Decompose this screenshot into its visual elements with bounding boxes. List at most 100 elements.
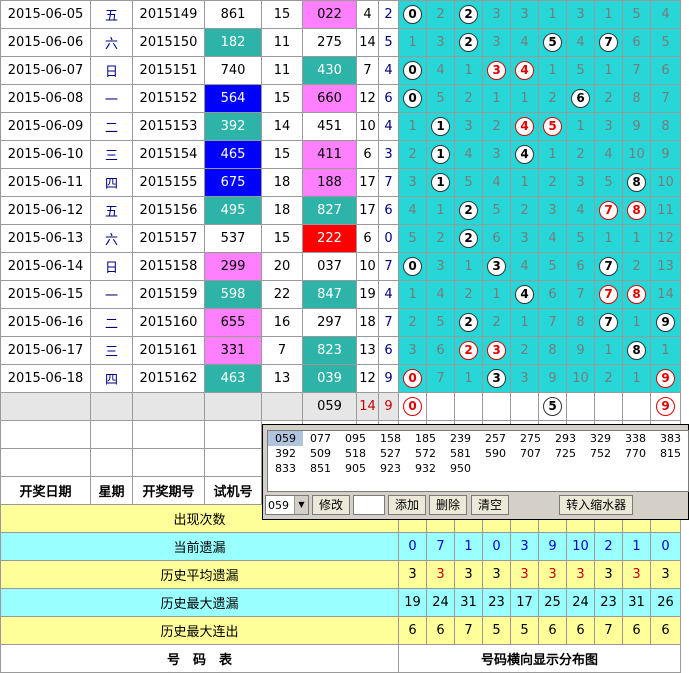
stats-label: 历史平均遗漏: [0, 560, 399, 589]
number-select-value: 059: [268, 498, 289, 512]
candidate-item[interactable]: 275: [513, 431, 548, 446]
trial-span-cell: 9: [378, 392, 399, 421]
sum-cell: 14: [356, 28, 379, 57]
chevron-down-icon[interactable]: ▼: [294, 496, 308, 514]
issue-cell: 2015151: [132, 56, 205, 85]
table-row[interactable]: 2015-06-08 一 2015152 564 15 660 12 6 0 5 2 1 1 2 6 2 8 7: [0, 84, 681, 113]
distribution-cell: 1: [538, 56, 567, 85]
candidate-number-list[interactable]: 059 077 095 158 185 239 257 275 293 329 338 383 392 5…: [267, 430, 689, 492]
table-row[interactable]: 2015-06-14 日 2015158 299 20 037 10 7 0 3 1 3 4 5 6 7 2 13: [0, 252, 681, 281]
stats-value: 1: [454, 532, 483, 561]
date-cell: 2015-06-18: [0, 364, 91, 393]
distribution-cell: 2: [482, 112, 511, 141]
candidate-item[interactable]: 239: [443, 431, 478, 446]
table-row[interactable]: 2015-06-18 四 2015162 463 13 039 12 9 0 7 1 3 3 9 10 2 1 9: [0, 364, 681, 393]
number-ball: 7: [599, 33, 618, 52]
draw-number-cell: 847: [302, 280, 357, 309]
candidate-item[interactable]: 338: [618, 431, 653, 446]
weekday-cell: 日: [90, 252, 133, 281]
distribution-cell: 1: [538, 0, 567, 29]
value-cell: 18: [261, 168, 303, 197]
candidate-item[interactable]: 293: [548, 431, 583, 446]
candidate-item[interactable]: 383: [653, 431, 688, 446]
weekday-cell: 日: [90, 56, 133, 85]
distribution-cell: 8: [538, 336, 567, 365]
delete-button[interactable]: 删除: [429, 495, 468, 515]
distribution-cell: 1: [510, 84, 539, 113]
candidate-item[interactable]: 518: [338, 446, 373, 461]
span-cell: 7: [378, 252, 399, 281]
candidate-item[interactable]: 752: [583, 446, 618, 461]
distribution-cell: 5: [622, 0, 651, 29]
table-row[interactable]: 2015-06-11 四 2015155 675 18 188 17 7 3 1 5 4 1 2 3 5 8 10: [0, 168, 681, 197]
modify-button[interactable]: 修改: [312, 495, 351, 515]
table-row[interactable]: 2015-06-06 六 2015150 182 11 275 14 5 1 3 2 3 4 5 4 7 6 5: [0, 28, 681, 57]
candidate-item[interactable]: 707: [513, 446, 548, 461]
candidate-item[interactable]: 950: [443, 461, 478, 476]
distribution-cell: 1: [510, 308, 539, 337]
candidate-item[interactable]: 185: [408, 431, 443, 446]
distribution-cell: 4: [510, 56, 539, 85]
table-row[interactable]: 2015-06-05 五 2015149 861 15 022 4 2 0 2 2 3 3 1 3 1 5 4: [0, 0, 681, 29]
candidate-item[interactable]: 770: [618, 446, 653, 461]
stats-value: 7: [426, 532, 455, 561]
trial-number-cell: 740: [204, 56, 262, 85]
candidate-item[interactable]: 851: [303, 461, 338, 476]
date-cell: 2015-06-10: [0, 140, 91, 169]
issue-cell: 2015150: [132, 28, 205, 57]
candidate-item[interactable]: 815: [653, 446, 688, 461]
table-row[interactable]: 2015-06-17 三 2015161 331 7 823 13 6 3 6 2 3 2 8 9 1 8 1: [0, 336, 681, 365]
weekday-cell: 四: [90, 168, 133, 197]
candidate-item[interactable]: 257: [478, 431, 513, 446]
shrink-button[interactable]: 转入缩水器: [559, 495, 634, 515]
candidate-item[interactable]: 932: [408, 461, 443, 476]
candidate-item[interactable]: 077: [303, 431, 338, 446]
clear-button[interactable]: 清空: [471, 495, 510, 515]
span-cell: 3: [378, 140, 399, 169]
distribution-cell: 3: [426, 252, 455, 281]
distribution-cell: 1: [454, 56, 483, 85]
candidate-item[interactable]: 095: [338, 431, 373, 446]
add-button[interactable]: 添加: [388, 495, 427, 515]
value-cell: 15: [261, 0, 303, 29]
candidate-item[interactable]: 527: [373, 446, 408, 461]
table-row[interactable]: 2015-06-07 日 2015151 740 11 430 7 4 0 4 1 3 4 1 5 1 7 6: [0, 56, 681, 85]
trial-dist-cell: [426, 392, 455, 421]
candidate-item[interactable]: 833: [268, 461, 303, 476]
distribution-cell: 3: [510, 224, 539, 253]
table-row[interactable]: 2015-06-16 二 2015160 655 16 297 18 7 2 5 2 2 1 7 8 7 1 9: [0, 308, 681, 337]
issue-cell: 2015161: [132, 336, 205, 365]
number-ball: 2: [459, 229, 478, 248]
number-select[interactable]: 059 ▼: [265, 495, 309, 515]
stats-label: 历史最大连出: [0, 616, 399, 645]
distribution-cell: 1: [398, 28, 427, 57]
table-row[interactable]: 2015-06-10 三 2015154 465 15 411 6 3 2 1 4 3 4 1 2 4 10 9: [0, 140, 681, 169]
candidate-item[interactable]: 509: [303, 446, 338, 461]
issue-cell: 2015155: [132, 168, 205, 197]
trial-dist-cell: [482, 392, 511, 421]
candidate-item[interactable]: 581: [443, 446, 478, 461]
candidate-item[interactable]: 725: [548, 446, 583, 461]
table-row[interactable]: 2015-06-13 六 2015157 537 15 222 6 0 5 2 2 6 3 4 5 1 1 12: [0, 224, 681, 253]
value-cell: 18: [261, 196, 303, 225]
candidate-item[interactable]: 590: [478, 446, 513, 461]
candidate-item[interactable]: 905: [338, 461, 373, 476]
candidate-item[interactable]: 572: [408, 446, 443, 461]
draw-number-cell: 823: [302, 336, 357, 365]
table-row[interactable]: 2015-06-12 五 2015156 495 18 827 17 6 4 1 2 5 2 3 4 7 8 11: [0, 196, 681, 225]
table-row[interactable]: 2015-06-15 一 2015159 598 22 847 19 4 1 4 2 1 4 6 7 7 8 14: [0, 280, 681, 309]
candidate-item[interactable]: 059: [268, 431, 303, 446]
number-ball: 3: [487, 257, 506, 276]
table-row[interactable]: 2015-06-09 二 2015153 392 14 451 10 4 1 1 3 2 4 5 1 3 9 8: [0, 112, 681, 141]
stats-value: 3: [398, 560, 427, 589]
distribution-cell: 4: [454, 140, 483, 169]
stats-value: 3: [482, 560, 511, 589]
candidate-item[interactable]: 392: [268, 446, 303, 461]
candidate-item[interactable]: 329: [583, 431, 618, 446]
candidate-item[interactable]: 158: [373, 431, 408, 446]
sum-cell: 10: [356, 252, 379, 281]
candidate-item[interactable]: 923: [373, 461, 408, 476]
number-input[interactable]: [353, 495, 386, 515]
weekday-cell: 一: [90, 280, 133, 309]
stats-value: 6: [650, 616, 681, 645]
